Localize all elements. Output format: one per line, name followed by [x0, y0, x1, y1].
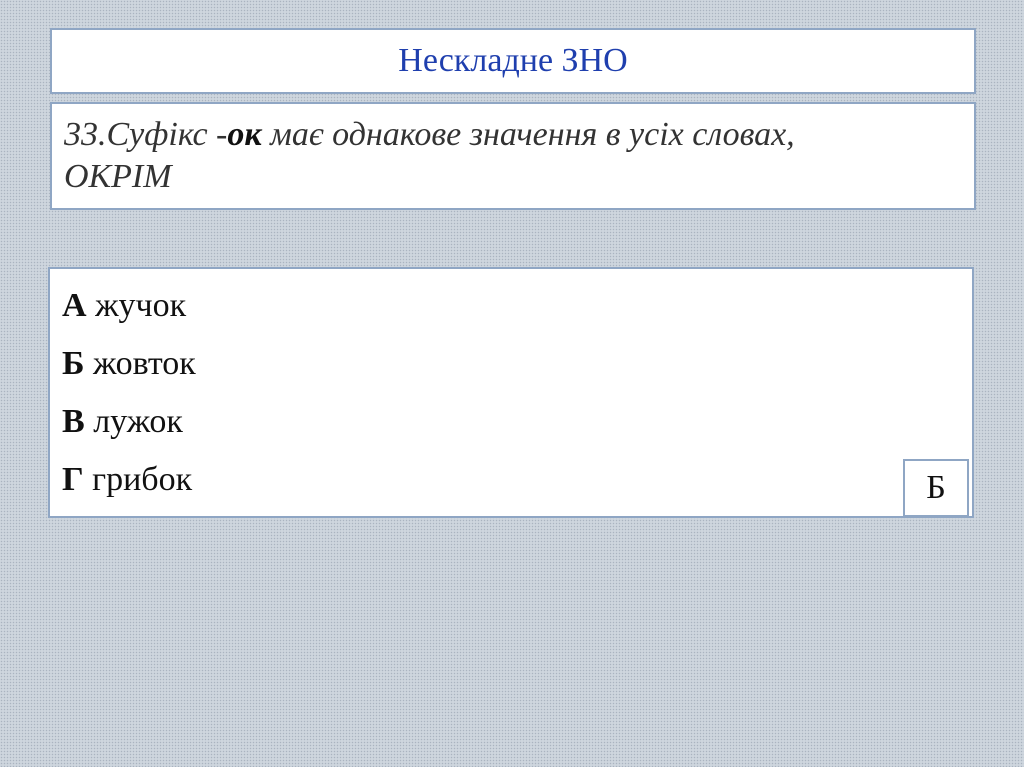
answer-options-box: А жучок Б жовток В лужок Г грибок	[48, 267, 974, 518]
slide-title-box: Нескладне ЗНО	[50, 28, 976, 94]
option-h: Г грибок	[62, 451, 972, 509]
question-box: 33.Суфікс -ок має однакове значення в ус…	[50, 102, 976, 210]
question-prefix: 33.Суфікс -	[64, 116, 228, 153]
option-word: грибок	[92, 461, 193, 498]
question-rest-line1: має однакове значення в усіх словах,	[261, 116, 795, 153]
option-word: лужок	[93, 403, 183, 440]
option-letter: В	[62, 403, 85, 440]
question-rest-line2: ОКРІМ	[64, 158, 172, 195]
option-a: А жучок	[62, 277, 972, 335]
slide-title: Нескладне ЗНО	[398, 42, 628, 79]
option-letter: Б	[62, 345, 85, 382]
question-text: 33.Суфікс -ок має однакове значення в ус…	[64, 114, 962, 198]
option-letter: А	[62, 287, 87, 324]
option-letter: Г	[62, 461, 84, 498]
option-word: жучок	[95, 287, 187, 324]
option-b: Б жовток	[62, 335, 972, 393]
option-v: В лужок	[62, 393, 972, 451]
option-word: жовток	[92, 345, 196, 382]
question-suffix: ок	[227, 116, 262, 153]
answer-key-box: Б	[903, 459, 969, 517]
